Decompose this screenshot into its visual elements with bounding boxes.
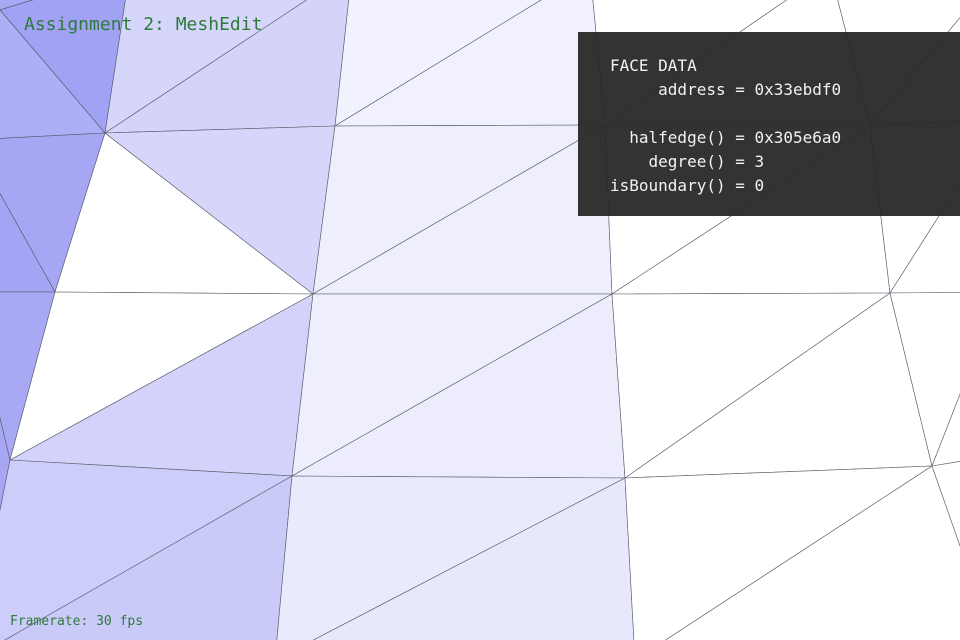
face-is-boundary: isBoundary() = 0 [610,176,765,195]
face-degree: degree() = 3 [610,152,765,171]
framerate-readout: Framerate: 30 fps [10,614,144,629]
mesh-viewport[interactable]: Assignment 2: MeshEdit FACE DATA address… [0,0,960,640]
face-halfedge: halfedge() = 0x305e6a0 [610,128,842,147]
face-address: address = 0x33ebdf0 [610,80,842,99]
face-data-header: FACE DATA [610,56,697,75]
app-title: Assignment 2: MeshEdit [24,14,263,35]
face-data-panel: FACE DATA address = 0x33ebdf0 halfedge()… [578,32,960,216]
